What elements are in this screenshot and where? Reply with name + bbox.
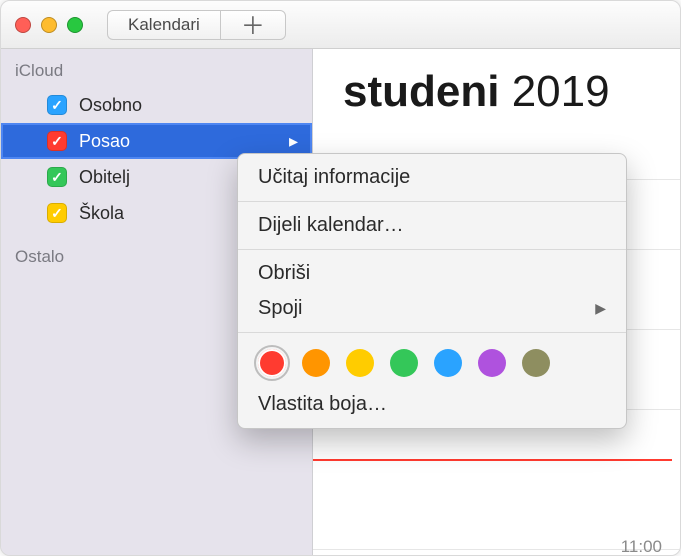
color-swatch-yellow[interactable] <box>346 349 374 377</box>
menu-separator <box>238 249 626 250</box>
close-icon[interactable] <box>15 17 31 33</box>
chevron-right-icon: ▸ <box>289 131 298 152</box>
menu-item-merge[interactable]: Spoji ▶ <box>238 291 626 326</box>
chevron-right-icon: ▶ <box>595 300 606 317</box>
checkbox-icon[interactable] <box>47 203 67 223</box>
sidebar-item-osobno[interactable]: Osobno <box>1 87 312 123</box>
menu-item-label: Spoji <box>258 297 302 320</box>
checkbox-icon[interactable] <box>47 167 67 187</box>
add-event-button[interactable]: ＋ <box>220 10 286 40</box>
calendars-button-label: Kalendari <box>128 15 200 35</box>
color-swatch-red[interactable] <box>258 349 286 377</box>
sidebar-item-label: Osobno <box>79 95 312 116</box>
minimize-icon[interactable] <box>41 17 57 33</box>
color-swatch-blue[interactable] <box>434 349 462 377</box>
menu-item-delete[interactable]: Obriši <box>238 256 626 291</box>
menu-item-share[interactable]: Dijeli kalendar… <box>238 208 626 243</box>
calendars-button[interactable]: Kalendari <box>107 10 220 40</box>
color-swatch-green[interactable] <box>390 349 418 377</box>
zoom-icon[interactable] <box>67 17 83 33</box>
menu-item-get-info[interactable]: Učitaj informacije <box>238 160 626 195</box>
month-label: studeni <box>343 67 499 116</box>
plus-icon: ＋ <box>241 6 265 41</box>
titlebar: Kalendari ＋ <box>1 1 680 49</box>
color-swatch-brown[interactable] <box>522 349 550 377</box>
page-title: studeni 2019 <box>343 67 610 117</box>
menu-separator <box>238 201 626 202</box>
checkbox-icon[interactable] <box>47 95 67 115</box>
sidebar-group-icloud: iCloud <box>1 57 312 87</box>
window-controls <box>15 17 83 33</box>
checkbox-icon[interactable] <box>47 131 67 151</box>
menu-item-custom-color[interactable]: Vlastita boja… <box>238 387 626 422</box>
color-swatch-purple[interactable] <box>478 349 506 377</box>
menu-separator <box>238 332 626 333</box>
menu-item-label: Dijeli kalendar… <box>258 214 404 237</box>
app-window: Kalendari ＋ iCloud Osobno Posao ▸ Obitel… <box>0 0 681 556</box>
sidebar-item-label: Posao <box>79 131 277 152</box>
time-label: 11:00 <box>621 537 662 556</box>
context-menu: Učitaj informacije Dijeli kalendar… Obri… <box>237 153 627 429</box>
toolbar-group: Kalendari ＋ <box>107 10 286 40</box>
menu-item-label: Obriši <box>258 262 310 285</box>
color-swatch-orange[interactable] <box>302 349 330 377</box>
now-line <box>313 459 672 461</box>
year-label: 2019 <box>512 67 610 116</box>
menu-color-row <box>238 339 626 387</box>
menu-item-label: Vlastita boja… <box>258 393 387 416</box>
menu-item-label: Učitaj informacije <box>258 166 410 189</box>
